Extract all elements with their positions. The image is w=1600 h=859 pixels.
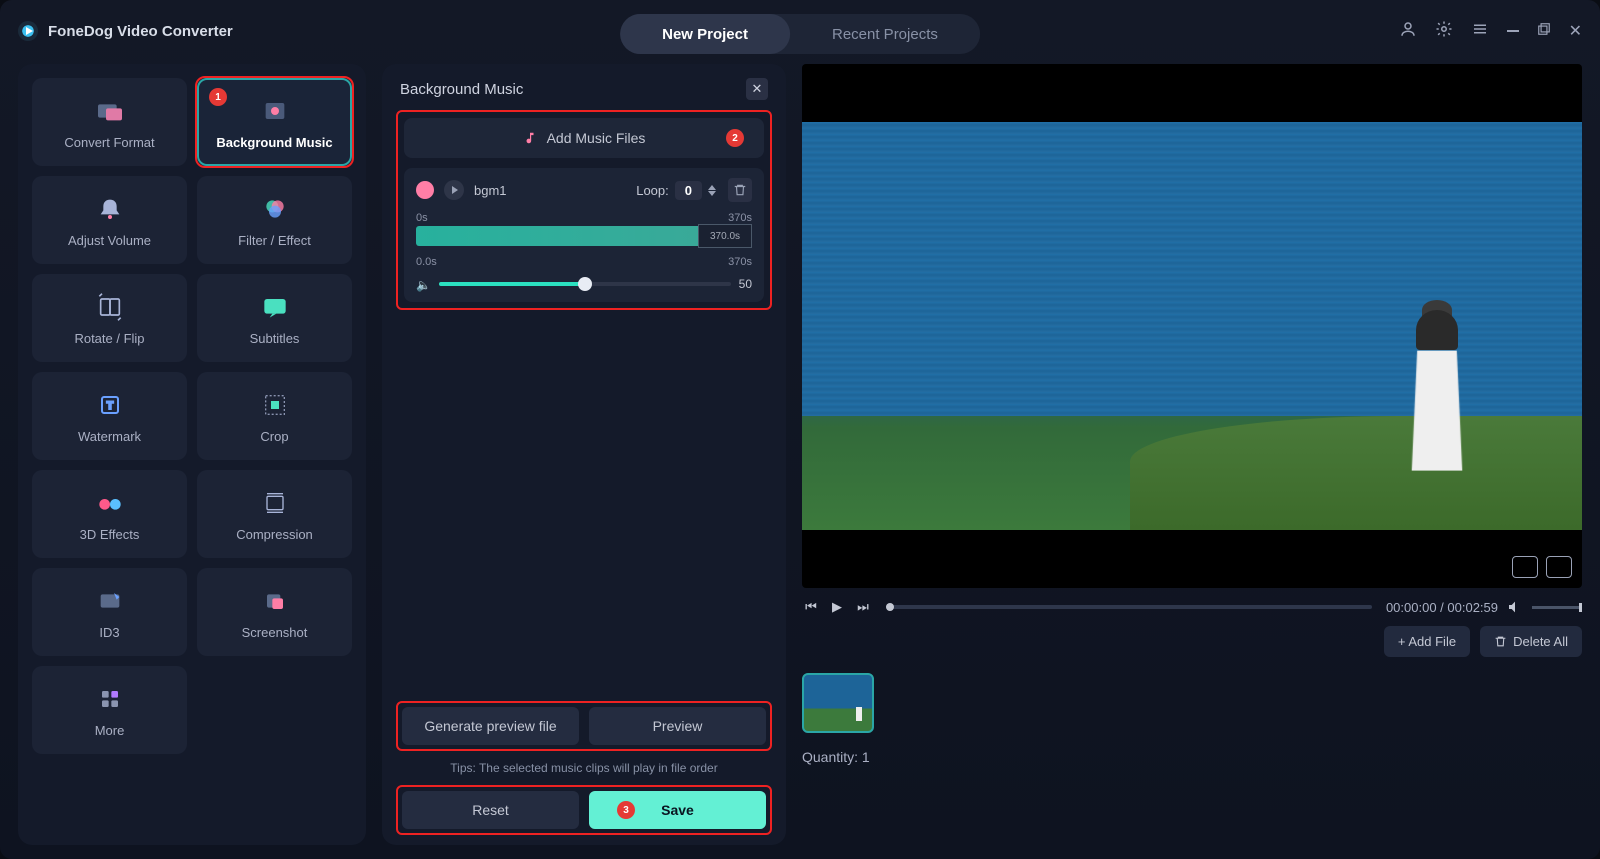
account-icon[interactable]	[1399, 20, 1417, 43]
vol-range-start: 0.0s	[416, 256, 437, 268]
preview-button[interactable]: Preview	[589, 707, 766, 745]
tile-label: Rotate / Flip	[74, 331, 144, 346]
fullscreen-icon[interactable]	[1546, 556, 1572, 578]
track-play-button[interactable]	[444, 180, 464, 200]
tile-adjust-volume[interactable]: Adjust Volume	[32, 176, 187, 264]
app-title: FoneDog Video Converter	[48, 23, 233, 40]
tile-label: Background Music	[216, 135, 332, 150]
generate-preview-button[interactable]: Generate preview file	[402, 707, 579, 745]
player-volume-slider[interactable]	[1532, 606, 1582, 609]
tile-label: Compression	[236, 527, 313, 542]
crop-icon	[259, 389, 291, 421]
tile-label: Subtitles	[250, 331, 300, 346]
tips-text: Tips: The selected music clips will play…	[396, 761, 772, 775]
next-button[interactable]: ⏭	[854, 598, 872, 616]
video-preview	[802, 64, 1582, 588]
music-track-card: bgm1 Loop: 0 0s 370s	[404, 168, 764, 302]
tile-label: Crop	[260, 429, 288, 444]
tile-label: Convert Format	[64, 135, 154, 150]
convert-icon	[94, 95, 126, 127]
volume-slider[interactable]	[439, 282, 731, 286]
range-end: 370s	[728, 212, 752, 224]
minimize-button[interactable]	[1507, 30, 1519, 32]
volume-value: 50	[739, 277, 752, 291]
tab-new-project[interactable]: New Project	[620, 14, 790, 54]
close-button[interactable]: ✕	[1569, 21, 1582, 41]
mute-button[interactable]	[1506, 598, 1524, 616]
add-music-files-button[interactable]: Add Music Files 2	[404, 118, 764, 158]
tile-id3[interactable]: ID3	[32, 568, 187, 656]
id3-icon	[94, 585, 126, 617]
loop-label: Loop:	[636, 183, 669, 198]
play-button[interactable]: ▶	[828, 598, 846, 616]
svg-text:T: T	[106, 400, 113, 412]
waveform-range-slider[interactable]: 370.0s	[416, 226, 752, 246]
tile-label: Watermark	[78, 429, 141, 444]
range-start: 0s	[416, 212, 428, 224]
settings-icon[interactable]	[1435, 20, 1453, 43]
watermark-icon: T	[94, 389, 126, 421]
prev-button[interactable]: ⏮	[802, 598, 820, 616]
volume-icon	[416, 276, 431, 292]
quantity-label: Quantity: 1	[802, 749, 1582, 765]
tab-recent-projects[interactable]: Recent Projects	[790, 14, 980, 54]
filmstrip-music-icon	[259, 95, 291, 127]
tile-compression[interactable]: Compression	[197, 470, 352, 558]
loop-stepper[interactable]	[708, 185, 716, 196]
more-grid-icon	[94, 683, 126, 715]
step-badge-3: 3	[617, 801, 635, 819]
sidebar: Convert Format 1 Background Music Adjust…	[18, 64, 366, 845]
step-badge-1: 1	[209, 88, 227, 106]
subtitles-icon	[259, 291, 291, 323]
tile-label: Adjust Volume	[68, 233, 151, 248]
trash-icon	[1494, 635, 1507, 648]
tile-label: ID3	[99, 625, 119, 640]
tile-label: Filter / Effect	[238, 233, 311, 248]
step-badge-2: 2	[726, 129, 744, 147]
glasses-3d-icon	[94, 487, 126, 519]
rotate-flip-icon	[94, 291, 126, 323]
delete-all-label: Delete All	[1513, 634, 1568, 649]
volume-bell-icon	[94, 193, 126, 225]
compression-icon	[259, 487, 291, 519]
vol-range-end: 370s	[728, 256, 752, 268]
track-name: bgm1	[474, 183, 507, 198]
clip-thumbnail[interactable]	[802, 673, 874, 733]
tile-label: Screenshot	[242, 625, 308, 640]
time-display: 00:00:00 / 00:02:59	[1386, 600, 1498, 615]
menu-icon[interactable]	[1471, 20, 1489, 43]
tile-convert-format[interactable]: Convert Format	[32, 78, 187, 166]
add-file-button[interactable]: + Add File	[1384, 626, 1470, 657]
tile-more[interactable]: More	[32, 666, 187, 754]
panel-title: Background Music	[400, 81, 523, 98]
music-note-icon	[523, 131, 537, 145]
delete-track-button[interactable]	[728, 178, 752, 202]
delete-all-button[interactable]: Delete All	[1480, 626, 1582, 657]
tile-filter-effect[interactable]: Filter / Effect	[197, 176, 352, 264]
tile-screenshot[interactable]: Screenshot	[197, 568, 352, 656]
tile-label: More	[95, 723, 125, 738]
range-handle[interactable]: 370.0s	[698, 224, 752, 248]
add-music-label: Add Music Files	[547, 130, 646, 146]
maximize-button[interactable]	[1537, 22, 1551, 41]
track-indicator-icon	[416, 181, 434, 199]
app-logo	[18, 21, 38, 41]
tile-watermark[interactable]: T Watermark	[32, 372, 187, 460]
tile-3d-effects[interactable]: 3D Effects	[32, 470, 187, 558]
save-button[interactable]: 3 Save	[589, 791, 766, 829]
save-label: Save	[661, 802, 694, 818]
panel-close-button[interactable]: ✕	[746, 78, 768, 100]
reset-button[interactable]: Reset	[402, 791, 579, 829]
playback-timeline[interactable]	[886, 605, 1372, 609]
tile-subtitles[interactable]: Subtitles	[197, 274, 352, 362]
tile-rotate-flip[interactable]: Rotate / Flip	[32, 274, 187, 362]
tile-background-music[interactable]: 1 Background Music	[197, 78, 352, 166]
background-music-panel: Background Music ✕ Add Music Files 2 bgm…	[382, 64, 786, 845]
filter-effect-icon	[259, 193, 291, 225]
tile-crop[interactable]: Crop	[197, 372, 352, 460]
tile-label: 3D Effects	[80, 527, 140, 542]
loop-value: 0	[675, 181, 702, 200]
screenshot-icon	[259, 585, 291, 617]
snapshot-icon[interactable]	[1512, 556, 1538, 578]
